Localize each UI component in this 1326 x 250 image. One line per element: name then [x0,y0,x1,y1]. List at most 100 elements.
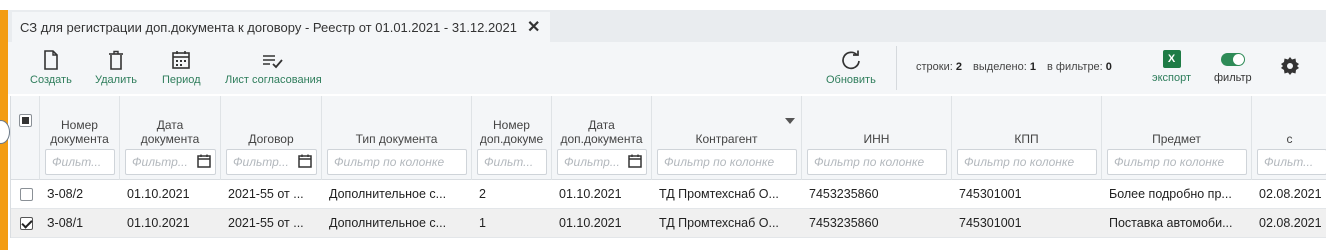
filter-placeholder: Фильтр... [233,155,289,169]
excel-icon: X [1162,50,1181,68]
selected-count: 1 [1029,61,1036,73]
gear-icon [1281,57,1299,75]
sort-down-icon[interactable] [785,118,795,124]
in-filter-count: 0 [1105,61,1112,73]
filter-switch[interactable] [1220,53,1245,66]
filter-input[interactable]: Фильтр по колонке [807,149,947,175]
calendar-icon[interactable] [628,154,642,168]
cell-doc-date: 01.10.2021 [127,187,190,201]
cell-kpp: 745301001 [959,187,1022,201]
column-doc-number[interactable]: Номер документа Фильт... [40,96,120,180]
export-button[interactable]: X экспорт [1152,50,1191,84]
cell-inn: 7453235860 [809,187,879,201]
approval-sheet-label: Лист согласования [225,74,322,86]
cell-counterparty: ТД Промтехснаб О... [659,187,779,201]
cell-addendum-number: 1 [479,216,486,230]
cell-contract: 2021-55 от ... [228,216,304,230]
calendar-icon[interactable] [197,154,211,168]
refresh-button[interactable]: Обновить [826,50,876,86]
column-title: КПП [1014,132,1039,146]
column-title: Номер доп.докуме [479,118,544,146]
column-title: Дата документа [140,118,200,146]
date-filter-input[interactable]: Фильтр... [226,149,317,175]
cell-contract: 2021-55 от ... [228,187,304,201]
tab-bar: СЗ для регистрации доп.документа к догов… [8,10,1326,42]
refresh-icon [842,50,860,70]
column-title: Договор [248,132,294,146]
filter-input[interactable]: Фильтр по колонке [327,149,467,175]
column-title: Предмет [1152,132,1201,146]
period-label: Период [162,74,201,86]
cell-addendum-number: 2 [479,187,486,201]
filter-toggle-button[interactable]: фильтр [1214,50,1252,84]
cell-inn: 7453235860 [809,216,879,230]
column-addendum-number[interactable]: Номер доп.докуме Фильт... [472,96,552,180]
period-button[interactable]: Период [162,50,201,86]
cell-subject: Более подробно пр... [1109,187,1232,201]
filter-input[interactable]: Фильт... [477,149,547,175]
column-title: ИНН [863,132,890,146]
calendar-icon [172,51,191,69]
filter-placeholder: Фильтр... [132,155,188,169]
cell-doc-number: З-08/1 [47,216,84,230]
refresh-label: Обновить [826,74,876,86]
cell-doc-type: Дополнительное с... [329,216,447,230]
table-row[interactable]: З-08/2 01.10.2021 2021-55 от ... Дополни… [11,180,1326,209]
checklist-icon [263,55,284,69]
cell-kpp: 745301001 [959,216,1022,230]
column-doc-type[interactable]: Тип документа Фильтр по колонке [322,96,472,180]
filter-input[interactable]: Фильт... [45,149,115,175]
cell-doc-number: З-08/2 [47,187,84,201]
column-from[interactable]: с Фильт... [1252,96,1326,180]
rows-label: строки: [916,61,953,73]
rows-count: 2 [955,61,962,73]
side-panel-toggle[interactable] [0,120,10,144]
select-all-checkbox[interactable] [19,114,32,127]
approval-sheet-button[interactable]: Лист согласования [225,50,322,86]
column-addendum-date[interactable]: Дата доп.документа Фильтр... [552,96,652,180]
calendar-icon[interactable] [298,154,312,168]
column-title: с [1286,132,1293,146]
column-title: Контрагент [695,132,758,146]
column-contract[interactable]: Договор Фильтр... [221,96,322,180]
settings-button[interactable] [1280,56,1300,76]
select-all-column [11,96,40,180]
tab-registry[interactable]: СЗ для регистрации доп.документа к догов… [12,12,551,42]
in-filter-label: в фильтре: [1047,61,1103,73]
row-checkbox[interactable] [20,188,33,201]
filter-input[interactable]: Фильтр по колонке [957,149,1097,175]
cell-counterparty: ТД Промтехснаб О... [659,216,779,230]
table-row[interactable]: З-08/1 01.10.2021 2021-55 от ... Дополни… [11,209,1326,238]
toolbar: Создать Удалить Период Лист согласования… [8,42,1326,94]
filter-input[interactable]: Фильтр по колонке [657,149,797,175]
column-inn[interactable]: ИНН Фильтр по колонке [802,96,952,180]
selected-label: выделено: [973,61,1027,73]
filter-input[interactable]: Фильт... [1257,149,1326,175]
column-kpp[interactable]: КПП Фильтр по колонке [952,96,1102,180]
new-document-icon [44,50,58,70]
row-stats: строки: 2 выделено: 1 в фильтре: 0 [916,61,1112,73]
date-filter-input[interactable]: Фильтр... [557,149,647,175]
date-filter-input[interactable]: Фильтр... [125,149,216,175]
cell-addendum-date: 01.10.2021 [559,187,622,201]
cell-subject: Поставка автомоби... [1109,216,1233,230]
export-label: экспорт [1152,72,1192,84]
close-icon[interactable]: ✕ [527,17,540,37]
column-title: Номер документа [50,118,109,146]
column-doc-date[interactable]: Дата документа Фильтр... [120,96,221,180]
create-label: Создать [30,74,72,86]
delete-button[interactable]: Удалить [95,50,137,86]
filter-placeholder: Фильтр... [564,155,620,169]
toolbar-separator [896,46,897,90]
filter-input[interactable]: Фильтр по колонке [1107,149,1247,175]
tab-title: СЗ для регистрации доп.документа к догов… [20,19,517,35]
cell-from: 02.08.2021 [1259,216,1322,230]
registry-table: Номер документа Фильт... Дата документа … [10,96,1326,238]
column-counterparty[interactable]: Контрагент Фильтр по колонке [652,96,802,180]
column-title: Дата доп.документа [560,118,643,146]
row-checkbox[interactable] [20,217,33,230]
create-button[interactable]: Создать [30,50,72,86]
filter-label: фильтр [1214,72,1252,84]
trash-icon [109,50,123,70]
column-subject[interactable]: Предмет Фильтр по колонке [1102,96,1252,180]
